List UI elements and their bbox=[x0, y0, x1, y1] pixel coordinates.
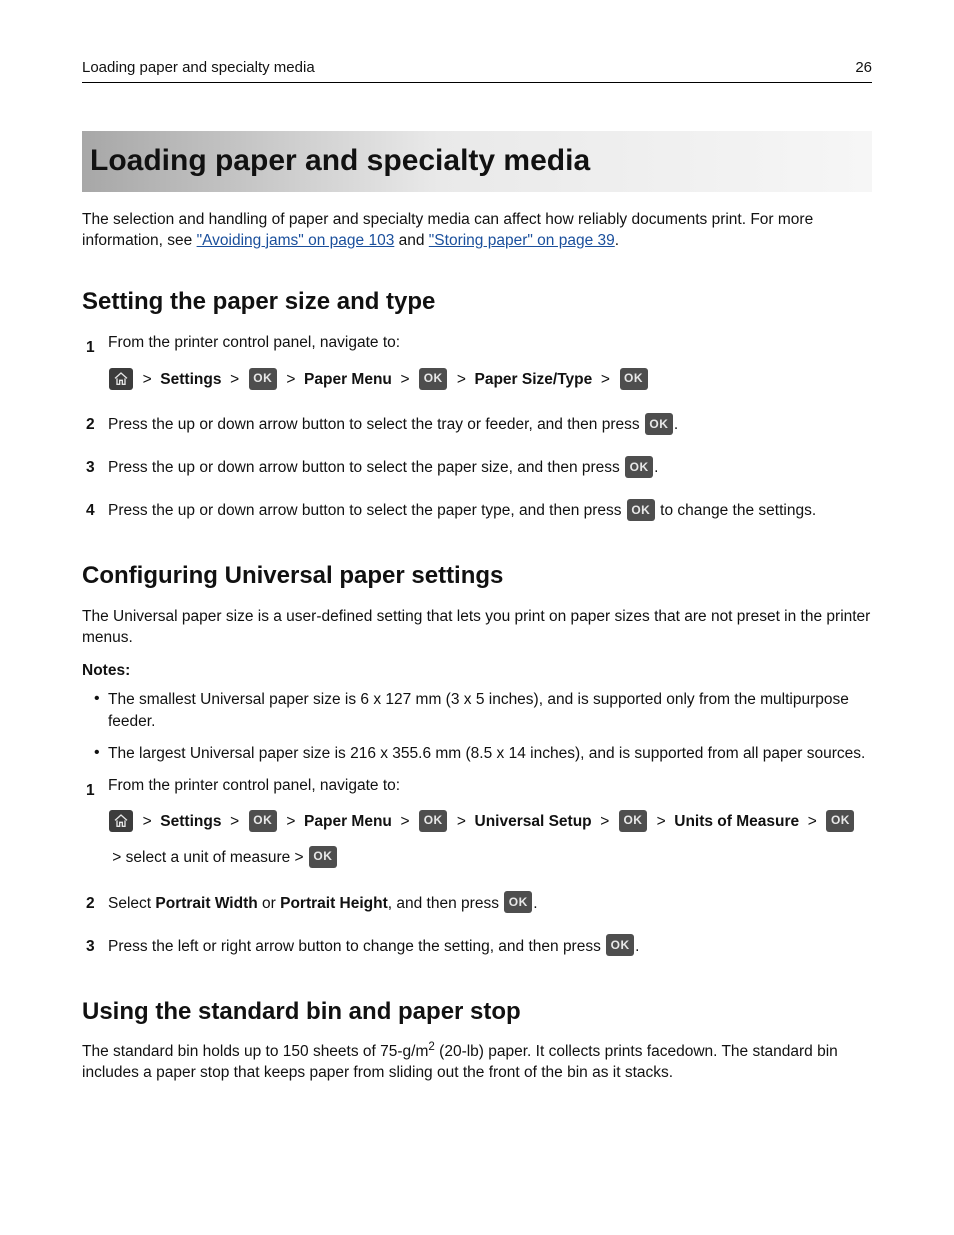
nav-paper-menu: Paper Menu bbox=[304, 813, 392, 830]
note-1: The smallest Universal paper size is 6 x… bbox=[82, 689, 872, 732]
ok-icon: OK bbox=[249, 810, 277, 832]
notes-list: The smallest Universal paper size is 6 x… bbox=[82, 689, 872, 764]
ok-icon: OK bbox=[419, 810, 447, 832]
running-header: Loading paper and specialty media 26 bbox=[82, 58, 872, 83]
page-title: Loading paper and specialty media bbox=[82, 131, 872, 192]
nav-paper-menu: Paper Menu bbox=[304, 371, 392, 388]
separator: > bbox=[295, 849, 308, 866]
standard-bin-paragraph: The standard bin holds up to 150 sheets … bbox=[82, 1042, 872, 1084]
separator: > bbox=[396, 371, 414, 388]
ok-icon: OK bbox=[645, 413, 673, 435]
para-pre: The standard bin holds up to 150 sheets … bbox=[82, 1043, 428, 1060]
nav-settings: Settings bbox=[160, 371, 221, 388]
separator: > bbox=[652, 813, 670, 830]
separator: > bbox=[138, 813, 156, 830]
ok-icon: OK bbox=[625, 456, 653, 478]
nav-units-of-measure: Units of Measure bbox=[674, 813, 799, 830]
steps-list-2: From the printer control panel, navigate… bbox=[82, 775, 872, 962]
separator: > bbox=[108, 849, 121, 866]
ok-icon: OK bbox=[309, 846, 337, 868]
ok-icon: OK bbox=[627, 499, 655, 521]
header-page-number: 26 bbox=[855, 58, 872, 78]
nav-tail-text: select a unit of measure bbox=[126, 849, 295, 866]
nav-paper-size-type: Paper Size/Type bbox=[475, 371, 593, 388]
step-3: Press the up or down arrow button to sel… bbox=[82, 452, 872, 483]
ok-icon: OK bbox=[419, 368, 447, 390]
steps-list-1: From the printer control panel, navigate… bbox=[82, 332, 872, 526]
page: Loading paper and specialty media 26 Loa… bbox=[0, 0, 954, 1136]
portrait-width-label: Portrait Width bbox=[155, 895, 257, 912]
step-1b: From the printer control panel, navigate… bbox=[82, 775, 872, 876]
step-2b: Select Portrait Width or Portrait Height… bbox=[82, 888, 872, 919]
step-2-text-post: . bbox=[674, 416, 678, 433]
avoiding-jams-link[interactable]: "Avoiding jams" on page 103 bbox=[197, 232, 395, 249]
ok-icon: OK bbox=[504, 891, 532, 913]
step-2b-mid: , and then press bbox=[388, 895, 503, 912]
ok-icon: OK bbox=[606, 934, 634, 956]
separator: > bbox=[803, 813, 821, 830]
step-1b-text: From the printer control panel, navigate… bbox=[108, 775, 872, 797]
storing-paper-link[interactable]: "Storing paper" on page 39 bbox=[429, 232, 615, 249]
nav-path-1: > Settings > OK > Paper Menu > OK > Pape… bbox=[108, 362, 872, 398]
intro-text-2: and bbox=[394, 232, 428, 249]
notes-label: Notes: bbox=[82, 661, 872, 682]
step-3b-post: . bbox=[635, 938, 639, 955]
universal-intro: The Universal paper size is a user‑defin… bbox=[82, 607, 872, 649]
step-3-text-pre: Press the up or down arrow button to sel… bbox=[108, 459, 624, 476]
step-2b-or: or bbox=[258, 895, 280, 912]
nav-universal-setup: Universal Setup bbox=[475, 813, 592, 830]
separator: > bbox=[453, 813, 471, 830]
step-4-text-pre: Press the up or down arrow button to sel… bbox=[108, 502, 626, 519]
intro-paragraph: The selection and handling of paper and … bbox=[82, 210, 872, 252]
step-1-text: From the printer control panel, navigate… bbox=[108, 332, 872, 354]
ok-icon: OK bbox=[620, 368, 648, 390]
separator: > bbox=[596, 813, 614, 830]
step-3b: Press the left or right arrow button to … bbox=[82, 931, 872, 962]
step-3b-pre: Press the left or right arrow button to … bbox=[108, 938, 605, 955]
home-icon bbox=[109, 810, 133, 832]
nav-settings: Settings bbox=[160, 813, 221, 830]
separator: > bbox=[226, 371, 244, 388]
section-heading-standard-bin: Using the standard bin and paper stop bbox=[82, 996, 872, 1028]
nav-path-2: > Settings > OK > Paper Menu > OK > Univ… bbox=[108, 804, 872, 875]
home-icon bbox=[109, 368, 133, 390]
step-2b-pre: Select bbox=[108, 895, 155, 912]
ok-icon: OK bbox=[249, 368, 277, 390]
step-2b-post: . bbox=[533, 895, 537, 912]
step-1: From the printer control panel, navigate… bbox=[82, 332, 872, 397]
section-heading-paper-size-type: Setting the paper size and type bbox=[82, 286, 872, 318]
step-2: Press the up or down arrow button to sel… bbox=[82, 409, 872, 440]
step-4-text-post: to change the settings. bbox=[656, 502, 816, 519]
ok-icon: OK bbox=[619, 810, 647, 832]
separator: > bbox=[138, 371, 156, 388]
separator: > bbox=[226, 813, 244, 830]
portrait-height-label: Portrait Height bbox=[280, 895, 388, 912]
step-3-text-post: . bbox=[654, 459, 658, 476]
header-left: Loading paper and specialty media bbox=[82, 58, 315, 78]
separator: > bbox=[453, 371, 471, 388]
separator: > bbox=[282, 371, 300, 388]
ok-icon: OK bbox=[826, 810, 854, 832]
separator: > bbox=[396, 813, 414, 830]
step-2-text-pre: Press the up or down arrow button to sel… bbox=[108, 416, 644, 433]
step-4: Press the up or down arrow button to sel… bbox=[82, 495, 872, 526]
section-heading-universal: Configuring Universal paper settings bbox=[82, 560, 872, 592]
separator: > bbox=[597, 371, 615, 388]
separator: > bbox=[282, 813, 300, 830]
intro-text-3: . bbox=[615, 232, 619, 249]
note-2: The largest Universal paper size is 216 … bbox=[82, 743, 872, 765]
